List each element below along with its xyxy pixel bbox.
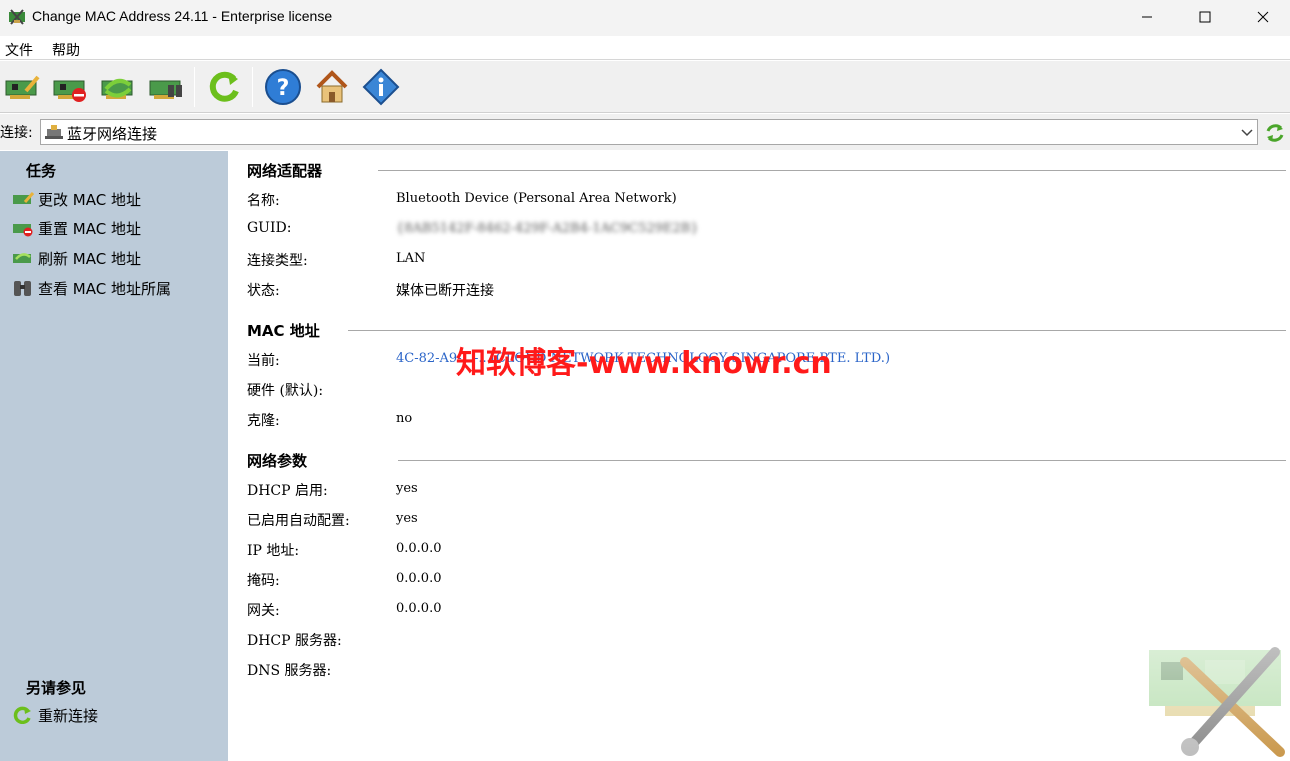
adapter-name-label: 名称:: [247, 193, 280, 209]
adapter-guid-value: {8AB5142F-8462-429F-A2B4-1AC9C529E2B}: [396, 221, 699, 236]
task-sidebar: 任务 更改 MAC 地址 重置 MAC 地址 刷新 MAC 地址 查看 MAC …: [0, 151, 228, 761]
network-card-edit-icon: [5, 75, 40, 99]
menu-file[interactable]: 文件: [5, 40, 33, 60]
close-icon: [1257, 11, 1269, 23]
view-mac-owner-button[interactable]: [146, 66, 186, 108]
details-panel: 网络适配器 名称: Bluetooth Device (Personal Are…: [228, 151, 1290, 761]
adapter-heading: 网络适配器: [247, 162, 323, 180]
network-card-refresh-icon: [101, 78, 133, 99]
see-also-heading: 另请参见: [26, 679, 87, 697]
reset-mac-button[interactable]: [50, 66, 90, 108]
help-icon: ?: [265, 69, 301, 105]
svg-text:?: ?: [277, 76, 290, 101]
task-reconnect[interactable]: 重新连接: [12, 704, 98, 726]
home-icon: [316, 70, 348, 103]
dhcp-enabled-label: DHCP 启用:: [247, 483, 328, 499]
adapter-guid-label: GUID:: [247, 220, 292, 236]
connection-select[interactable]: 蓝牙网络连接: [40, 119, 1258, 145]
network-card-edit-icon: [13, 192, 34, 204]
task-label: 刷新 MAC 地址: [38, 249, 141, 268]
subnet-mask-value: 0.0.0.0: [396, 571, 442, 586]
toolbar-separator: [252, 67, 253, 107]
ip-address-label: IP 地址:: [247, 543, 300, 559]
info-icon: [362, 68, 400, 106]
task-label: 重置 MAC 地址: [38, 219, 141, 238]
binoculars-icon: [14, 281, 31, 296]
ip-address-value: 0.0.0.0: [396, 541, 442, 556]
task-view-mac-owner[interactable]: 查看 MAC 地址所属: [12, 277, 171, 299]
window-title: Change MAC Address 24.11 - Enterprise li…: [32, 8, 333, 24]
task-change-mac[interactable]: 更改 MAC 地址: [12, 188, 141, 210]
maximize-button[interactable]: [1176, 0, 1234, 34]
connection-row: 连接: 蓝牙网络连接: [0, 114, 1290, 150]
gateway-label: 网关:: [247, 603, 280, 619]
network-card-reset-icon: [53, 80, 86, 102]
mac-clone-label: 克隆:: [247, 413, 280, 429]
subnet-mask-label: 掩码:: [247, 573, 280, 589]
network-card-view-icon: [149, 80, 182, 99]
gateway-value: 0.0.0.0: [396, 601, 442, 616]
adapter-status-label: 状态:: [247, 283, 280, 299]
minimize-button[interactable]: [1118, 0, 1176, 34]
connection-label: 连接:: [0, 125, 33, 141]
adapter-name-value: Bluetooth Device (Personal Area Network): [396, 191, 677, 206]
task-label: 查看 MAC 地址所属: [38, 279, 171, 298]
dhcp-server-label: DHCP 服务器:: [247, 633, 342, 649]
close-button[interactable]: [1234, 0, 1290, 34]
autoconf-value: yes: [396, 511, 418, 526]
network-adapter-icon: [45, 125, 63, 139]
network-card-tools-illustration: [1145, 612, 1290, 761]
title-bar: Change MAC Address 24.11 - Enterprise li…: [0, 0, 1290, 36]
about-button[interactable]: [361, 66, 401, 108]
mac-current-label: 当前:: [247, 353, 280, 369]
section-divider: [398, 460, 1286, 461]
refresh-mac-button[interactable]: [98, 66, 138, 108]
menu-help[interactable]: 帮助: [52, 40, 80, 60]
home-button[interactable]: [312, 66, 352, 108]
task-reset-mac[interactable]: 重置 MAC 地址: [12, 217, 141, 239]
autoconf-label: 已启用自动配置:: [247, 513, 350, 529]
mac-hardware-label: 硬件 (默认):: [247, 383, 324, 399]
minimize-icon: [1142, 16, 1152, 18]
task-label: 重新连接: [38, 706, 99, 725]
change-mac-button[interactable]: [2, 66, 42, 108]
tasks-heading: 任务: [26, 162, 57, 180]
reconnect-button[interactable]: [204, 66, 244, 108]
reconnect-icon: [13, 706, 31, 724]
network-card-reset-icon: [13, 224, 33, 237]
mac-heading: MAC 地址: [247, 322, 320, 340]
watermark-text: 知软博客-www.knowr.cn: [456, 346, 832, 381]
task-refresh-mac[interactable]: 刷新 MAC 地址: [12, 247, 141, 269]
refresh-connection-icon[interactable]: [1264, 122, 1286, 144]
reconnect-icon: [209, 71, 239, 102]
dhcp-enabled-value: yes: [396, 481, 418, 496]
menu-bar: 文件 帮助: [0, 36, 1290, 60]
maximize-icon: [1199, 11, 1211, 23]
task-label: 更改 MAC 地址: [38, 190, 141, 209]
app-icon: [9, 9, 25, 25]
section-divider: [378, 170, 1286, 171]
adapter-type-label: 连接类型:: [247, 253, 308, 269]
dns-server-label: DNS 服务器:: [247, 663, 332, 679]
toolbar: ?: [0, 61, 1290, 113]
network-card-refresh-icon: [13, 253, 31, 263]
params-heading: 网络参数: [247, 452, 308, 470]
help-button[interactable]: ?: [263, 66, 303, 108]
chevron-down-icon: [1241, 129, 1253, 137]
adapter-status-value: 媒体已断开连接: [396, 283, 494, 299]
connection-selected: 蓝牙网络连接: [67, 125, 158, 143]
section-divider: [348, 330, 1286, 331]
toolbar-separator: [194, 67, 195, 107]
mac-clone-value: no: [396, 411, 413, 426]
adapter-type-value: LAN: [396, 251, 426, 266]
